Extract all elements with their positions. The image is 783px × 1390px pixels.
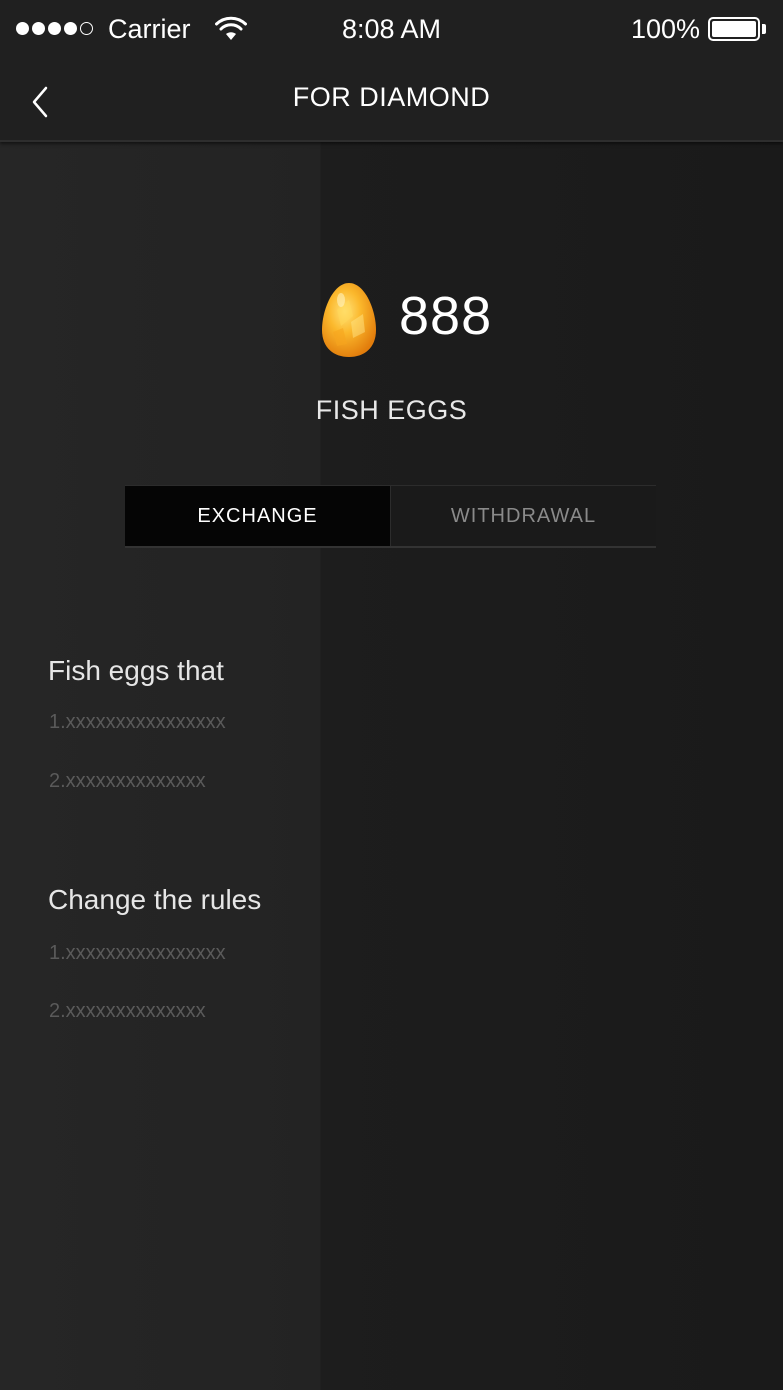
battery-percentage: 100% bbox=[630, 14, 700, 44]
rule-item: 2.xxxxxxxxxxxxxx bbox=[49, 770, 206, 792]
tab-withdrawal[interactable]: WITHDRAWAL bbox=[390, 486, 656, 546]
rule-item: 2.xxxxxxxxxxxxxx bbox=[49, 1000, 206, 1022]
tab-bar: EXCHANGE WITHDRAWAL bbox=[125, 485, 656, 548]
top-bar: Carrier 8:08 AM 100% FOR DIAMOND bbox=[0, 0, 783, 142]
balance-amount: 888 bbox=[399, 286, 493, 346]
battery-level bbox=[712, 21, 756, 37]
section-title-change-rules: Change the rules bbox=[48, 884, 262, 915]
currency-label: FISH EGGS bbox=[315, 395, 468, 425]
rule-item: 1.xxxxxxxxxxxxxxxx bbox=[49, 942, 226, 964]
screen: Carrier 8:08 AM 100% FOR DIAMOND 888 FIS… bbox=[0, 0, 783, 1390]
battery-icon bbox=[708, 17, 760, 41]
tab-exchange[interactable]: EXCHANGE bbox=[125, 486, 390, 546]
page-title: FOR DIAMOND bbox=[292, 82, 491, 112]
rule-item: 1.xxxxxxxxxxxxxxxx bbox=[49, 711, 226, 733]
battery-tip bbox=[762, 24, 766, 34]
egg-icon bbox=[322, 283, 376, 357]
section-title-fish-eggs: Fish eggs that bbox=[48, 655, 224, 686]
status-bar: Carrier 8:08 AM 100% bbox=[0, 0, 783, 60]
